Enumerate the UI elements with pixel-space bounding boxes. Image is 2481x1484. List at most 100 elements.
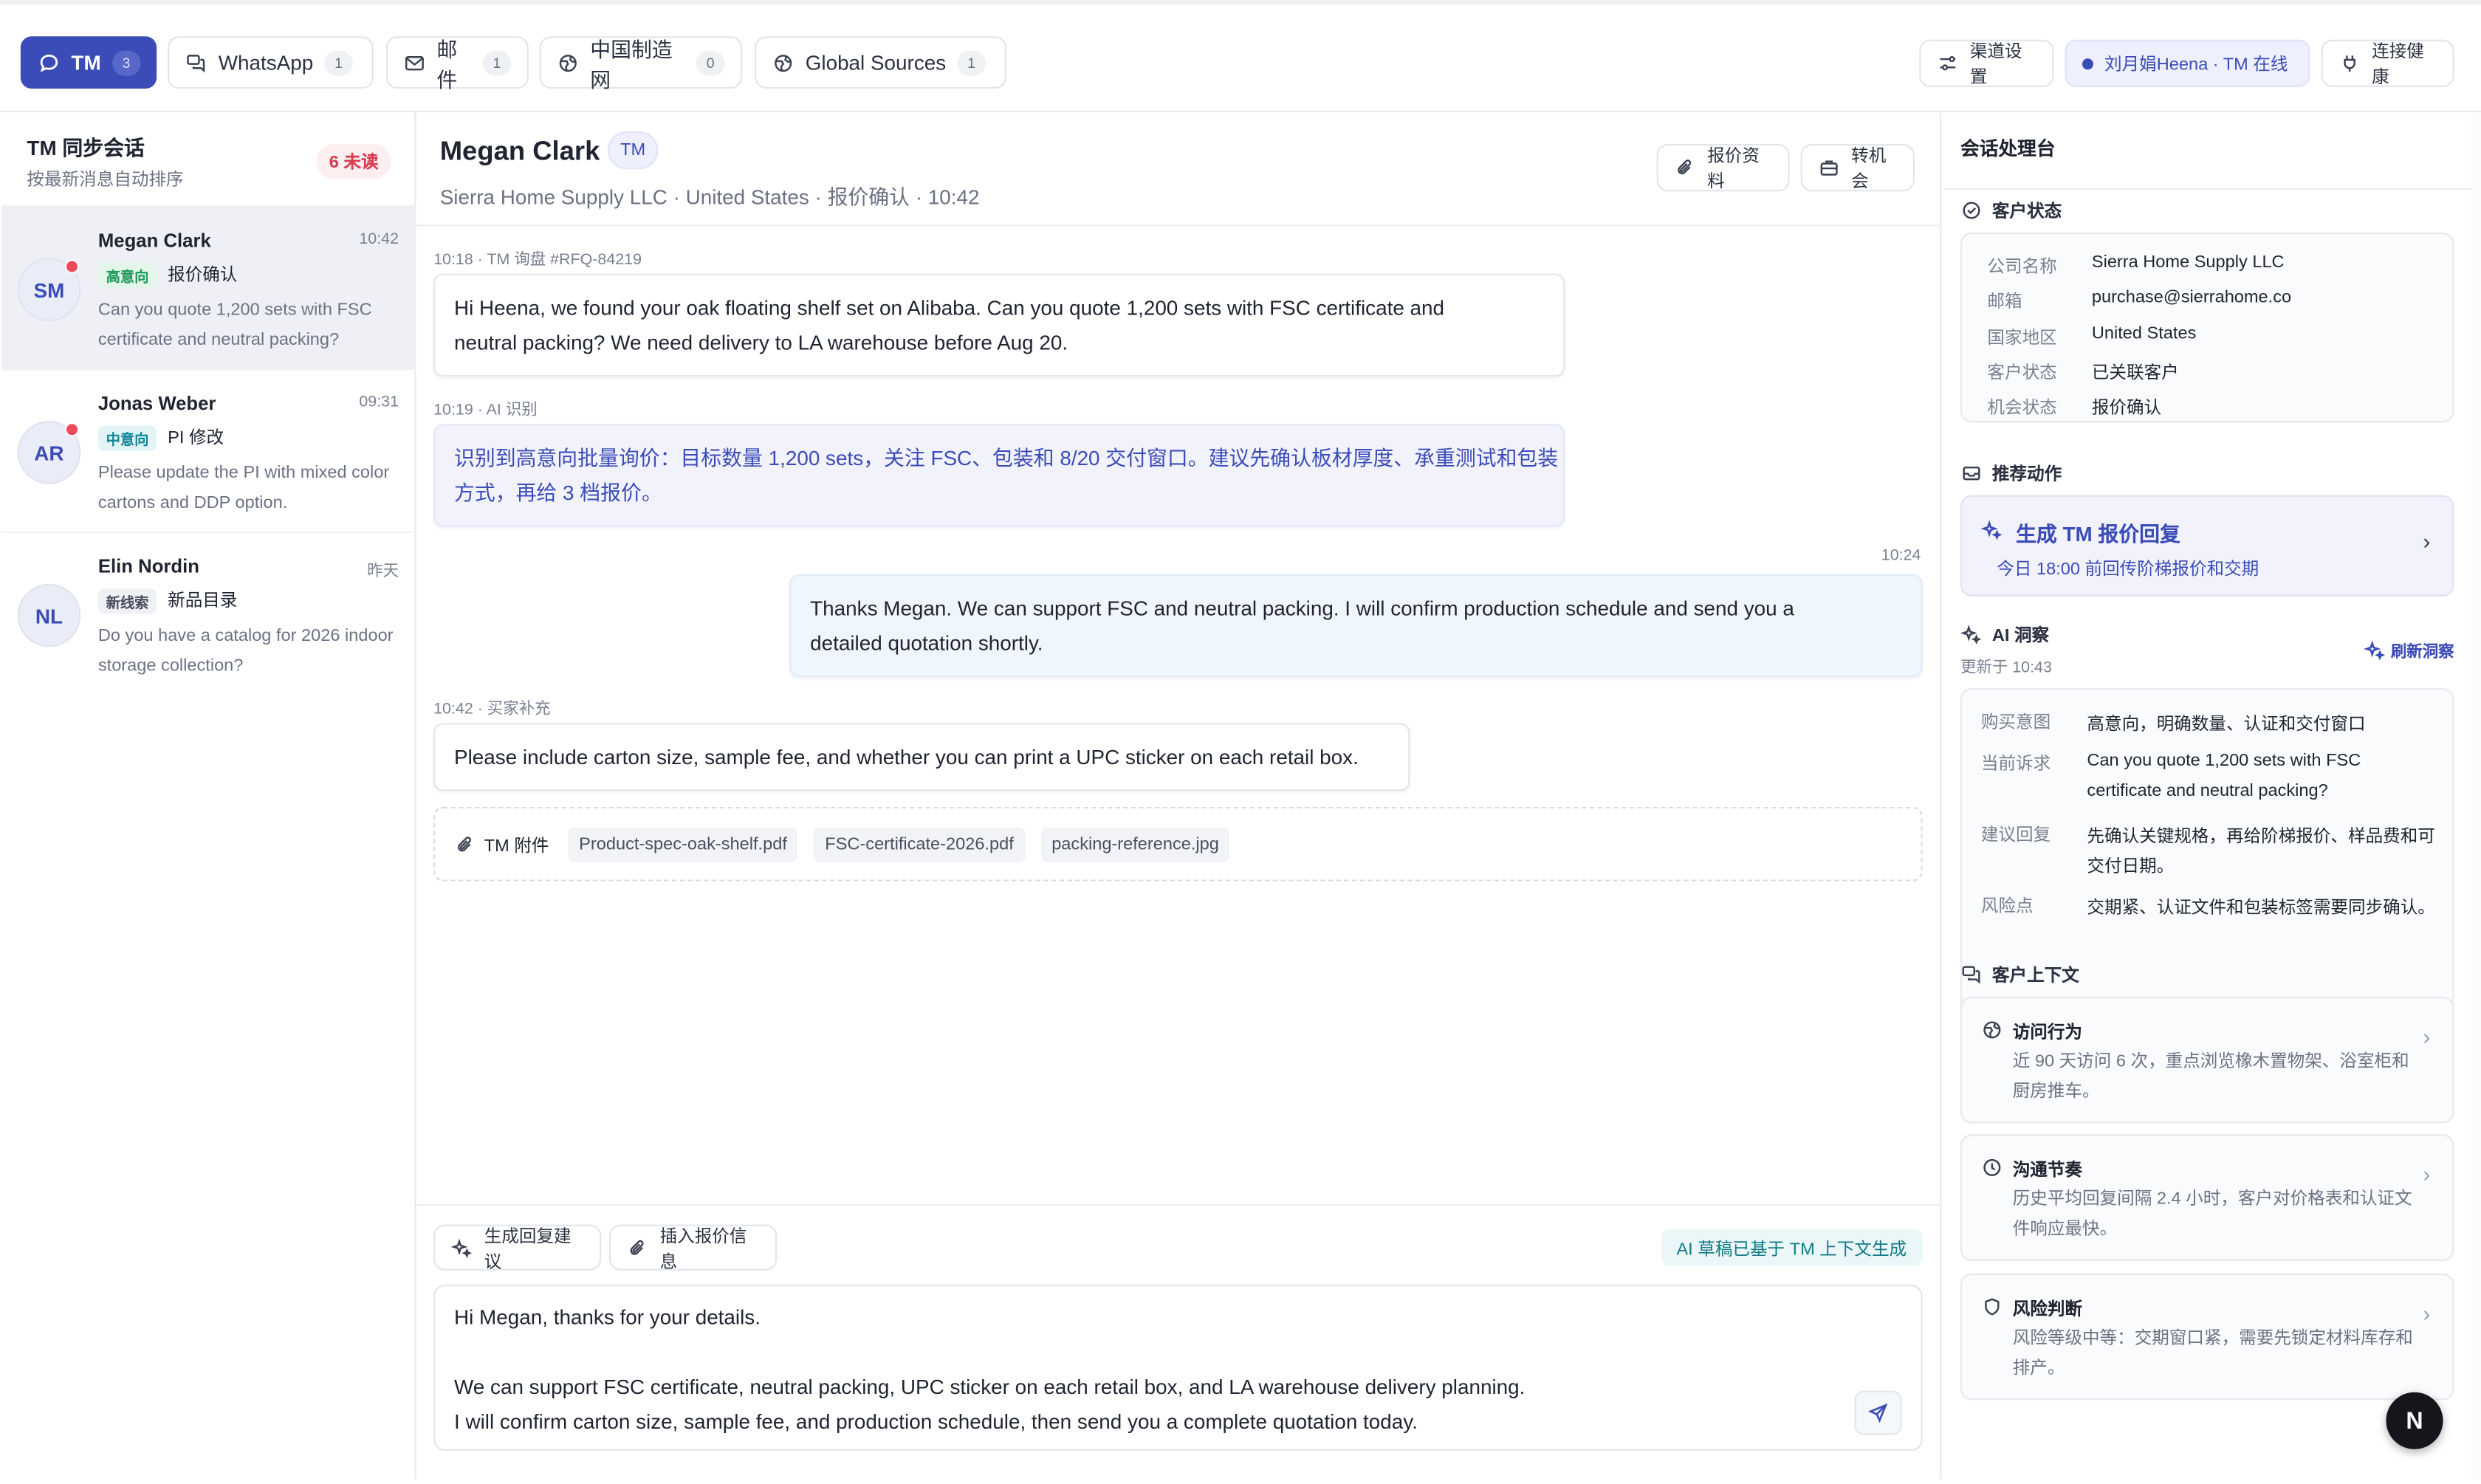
channel-settings-button[interactable]: 渠道设置	[1919, 39, 2054, 87]
online-status-button[interactable]: 刘月娟Heena · TM 在线	[2065, 39, 2310, 87]
chat-bubbles-icon	[1960, 963, 1983, 986]
ai-insight-heading: AI 洞察	[1960, 622, 2049, 647]
reply-textarea[interactable]: Hi Megan, thanks for your details. We ca…	[433, 1285, 1923, 1451]
clock-icon	[1981, 1156, 2003, 1178]
field-label: 公司名称	[1987, 258, 2057, 277]
sparkle-icon	[1980, 519, 2003, 541]
attachments-bar: TM 附件 Product-spec-oak-shelf.pdf FSC-cer…	[433, 806, 1923, 882]
context-heading: 客户上下文	[1960, 962, 2079, 987]
context-description: 风险等级中等：交期窗口紧，需要先锁定材料库存和排产。	[2012, 1329, 2413, 1378]
channel-badge: TM	[607, 131, 659, 170]
contact-subtitle: Sierra Home Supply LLC · United States ·…	[439, 185, 980, 209]
insight-label: 建议回复	[1980, 825, 2051, 845]
draft-line: I will confirm carton size, sample fee, …	[454, 1409, 1418, 1434]
tab-tm[interactable]: TM 3	[20, 36, 157, 89]
ai-insight-card: 购买意图 高意向，明确数量、认证和交付窗口 当前诉求 Can you quote…	[1960, 688, 2454, 1046]
insight-value: 交期紧、认证文件和包装标签需要同步确认。	[2087, 899, 2435, 918]
recommended-action-title: 生成 TM 报价回复	[2016, 522, 2180, 546]
field-value: Sierra Home Supply LLC	[2091, 253, 2285, 272]
sidebar-header: TM 同步会话 按最新消息自动排序 6 未读	[1, 112, 416, 207]
tab-whatsapp[interactable]: WhatsApp 1	[168, 36, 374, 89]
send-button[interactable]	[1854, 1390, 1902, 1435]
to-opportunity-button[interactable]: 转机会	[1800, 144, 1915, 192]
intent-tag: 新线索	[97, 588, 157, 614]
message-line: neutral packing? We need delivery to LA …	[454, 330, 1068, 354]
label-text: TM 附件	[484, 836, 549, 856]
message-line: Thanks Megan. We can support FSC and neu…	[810, 596, 1794, 620]
tab-global-sources[interactable]: Global Sources 1	[755, 36, 1006, 89]
field-label: 邮箱	[1987, 292, 2022, 312]
tab-count-badge: 3	[111, 49, 141, 75]
conversation-item[interactable]: SM Megan Clark 10:42 高意向 报价确认 Can you qu…	[1, 207, 416, 371]
insight-label: 当前诉求	[1980, 755, 2051, 774]
conversation-name: Elin Nordin	[97, 555, 199, 578]
draft-line: Hi Megan, thanks for your details.	[454, 1305, 761, 1329]
button-label: 报价资料	[1707, 147, 1760, 192]
insight-value: certificate and neutral packing?	[2087, 781, 2328, 801]
insight-label: 风险点	[1980, 897, 2034, 916]
insight-value: 先确认关键规格，再给阶梯报价、样品费和可	[2087, 827, 2435, 847]
globe-icon	[557, 52, 579, 74]
chat-panel: Megan Clark TM Sierra Home Supply LLC · …	[416, 112, 1942, 1480]
context-item-visit-behavior[interactable]: 访问行为 近 90 天访问 6 次，重点浏览橡木置物架、浴室柜和厨房推车。 ›	[1960, 997, 2454, 1124]
unread-dot-icon	[64, 259, 80, 274]
conversation-item[interactable]: AR Jonas Weber 09:31 中意向 PI 修改 Please up…	[1, 370, 416, 534]
insight-updated: 更新于 10:43	[1960, 659, 2052, 678]
mail-icon	[403, 52, 425, 74]
conversation-time: 09:31	[359, 394, 399, 412]
globe-icon	[772, 52, 795, 74]
conversation-sidebar: TM 同步会话 按最新消息自动排序 6 未读 SM Megan Clark 10…	[1, 112, 416, 1480]
attachment-chip[interactable]: FSC-certificate-2026.pdf	[814, 826, 1025, 862]
field-label: 国家地区	[1987, 329, 2057, 348]
contact-name: Megan Clark	[439, 136, 600, 166]
context-item-risk-assessment[interactable]: 风险判断 风险等级中等：交期窗口紧，需要先锁定材料库存和排产。 ›	[1960, 1274, 2454, 1401]
recommended-action-card[interactable]: 生成 TM 报价回复 今日 18:00 前回传阶梯报价和交期 ›	[1960, 495, 2454, 597]
attachment-chip[interactable]: packing-reference.jpg	[1040, 826, 1230, 862]
chat-header: Megan Clark TM Sierra Home Supply LLC · …	[416, 112, 1942, 227]
field-label: 客户状态	[1987, 363, 2057, 383]
message-meta: 10:19 · AI 识别	[433, 402, 538, 419]
intent-tag: 中意向	[97, 425, 157, 451]
section-title: 客户状态	[1991, 202, 2062, 221]
button-label: 插入报价信息	[659, 1226, 747, 1271]
chevron-right-icon: ›	[2423, 1161, 2431, 1187]
conversation-time: 10:42	[359, 230, 399, 249]
conversation-time: 昨天	[367, 563, 399, 581]
field-label: 机会状态	[1987, 399, 2057, 418]
message-line: detailed quotation shortly.	[810, 631, 1043, 656]
tab-label: 中国制造网	[590, 37, 673, 92]
refresh-insight-button[interactable]: 刷新洞察	[2364, 638, 2454, 662]
scrollbar[interactable]	[2471, 112, 2481, 1480]
quote-material-button[interactable]: 报价资料	[1656, 144, 1790, 192]
generate-reply-button[interactable]: 生成回复建议	[433, 1224, 602, 1271]
message-line: Please include carton size, sample fee, …	[454, 745, 1359, 769]
paperclip-icon	[1674, 157, 1696, 179]
conversation-preview: Please update the PI with mixed color ca…	[97, 463, 390, 513]
field-value: 报价确认	[2091, 399, 2162, 418]
conversation-item[interactable]: NL Elin Nordin 昨天 新线索 新品目录 Do you have a…	[1, 533, 416, 696]
chat-bubbles-icon	[185, 52, 207, 74]
message-line: 方式，再给 3 档报价。	[454, 481, 662, 505]
message-line: Hi Heena, we found your oak floating she…	[454, 295, 1445, 320]
message-bubble-incoming: Hi Heena, we found your oak floating she…	[433, 273, 1565, 377]
sliders-icon	[1937, 52, 1959, 75]
context-item-communication-rhythm[interactable]: 沟通节奏 历史平均回复间隔 2.4 小时，客户对价格表和认证文件响应最快。 ›	[1960, 1134, 2454, 1261]
conversation-preview: Can you quote 1,200 sets with FSC certif…	[97, 300, 372, 350]
online-dot-icon	[2082, 58, 2093, 69]
sparkle-icon	[2364, 639, 2386, 661]
connection-health-button[interactable]: 连接健康	[2321, 39, 2454, 87]
attachment-chip[interactable]: Product-spec-oak-shelf.pdf	[568, 826, 798, 862]
handling-panel: 会话处理台 客户状态 公司名称 Sierra Home Supply LLC 邮…	[1943, 112, 2472, 1480]
field-value: United States	[2091, 324, 2197, 343]
insert-quote-button[interactable]: 插入报价信息	[609, 1224, 778, 1271]
tab-made-in-china[interactable]: 中国制造网 0	[539, 36, 742, 91]
tab-email[interactable]: 邮件 1	[385, 36, 529, 91]
paperclip-icon	[454, 833, 476, 855]
message-meta: 10:18 · TM 询盘 #RFQ-84219	[433, 251, 642, 269]
tab-count-badge: 1	[482, 49, 512, 75]
sparkle-icon	[1960, 623, 1983, 645]
floating-action-button[interactable]: N	[2386, 1392, 2443, 1449]
sparkle-icon	[450, 1237, 473, 1259]
insight-value: Can you quote 1,200 sets with FSC	[2087, 751, 2361, 771]
unread-badge: 6 未读	[316, 144, 391, 179]
